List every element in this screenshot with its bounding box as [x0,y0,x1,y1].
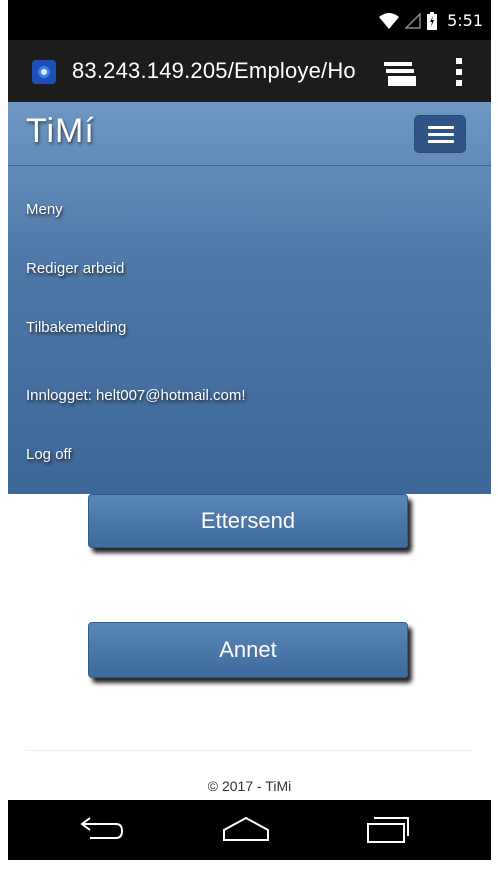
nav-item-meny[interactable]: Meny [26,201,63,218]
tabs-icon[interactable] [384,62,416,86]
home-icon[interactable] [222,816,270,844]
overflow-menu-icon[interactable] [454,58,464,86]
url-field[interactable]: 83.243.149.205/Employe/Ho [72,58,356,84]
system-navigation-bar [8,800,491,860]
annet-button[interactable]: Annet [88,622,408,678]
browser-toolbar: 83.243.149.205/Employe/Ho [8,40,491,102]
navbar-divider [8,165,491,166]
battery-icon [427,11,438,30]
nav-item-rediger-arbeid[interactable]: Rediger arbeid [26,260,124,277]
back-icon[interactable] [74,816,124,844]
nav-item-tilbakemelding[interactable]: Tilbakemelding [26,319,126,336]
footer-divider [26,750,472,751]
site-favicon-icon [32,60,56,84]
ettersend-button[interactable]: Ettersend [88,494,408,548]
recents-icon[interactable] [364,816,412,844]
hamburger-menu-button[interactable] [414,115,466,153]
footer-copyright: © 2017 - TiMi [207,778,292,794]
wifi-icon [379,12,400,29]
status-time: 5:51 [447,11,483,30]
status-bar: 5:51 [8,0,491,40]
nav-logged-in-user[interactable]: Innlogget: helt007@hotmail.com! [26,387,246,404]
nav-log-off[interactable]: Log off [26,446,72,463]
phone-screen: 5:51 83.243.149.205/Employe/Ho TiMí Meny… [8,0,491,860]
brand-logo[interactable]: TiMí [26,112,95,151]
signal-icon [405,12,421,29]
app-navbar: TiMí Meny Rediger arbeid Tilbakemelding … [8,102,491,494]
